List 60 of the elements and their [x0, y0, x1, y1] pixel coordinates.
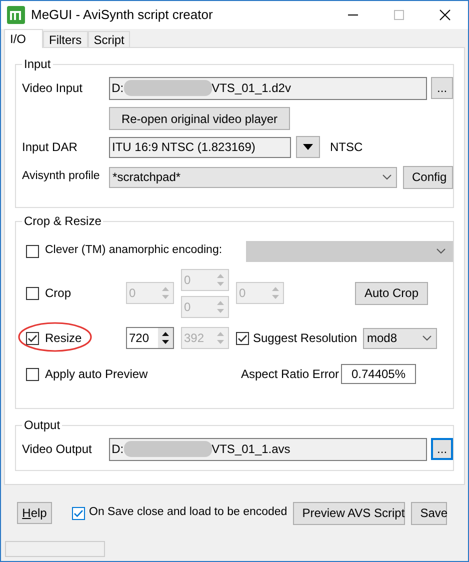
- checkbox-label: Apply auto Preview: [45, 366, 148, 383]
- checkbox-label: Crop: [45, 285, 72, 302]
- help-button[interactable]: Help: [17, 502, 52, 524]
- field-label: Aspect Ratio Error: [241, 366, 340, 383]
- checkbox[interactable]: [26, 244, 39, 258]
- path-prefix: D:: [112, 80, 124, 97]
- checkmark-icon: [27, 332, 38, 344]
- triangle-down-icon: [303, 144, 313, 150]
- aspect-error-field: 0.74405%: [341, 364, 416, 384]
- tab[interactable]: Script: [88, 31, 130, 47]
- dropdown-button[interactable]: [296, 136, 320, 158]
- checkmark-icon: [73, 508, 84, 518]
- checkmark-icon: [237, 332, 248, 344]
- checkbox-label: On Save close and load to be encoded: [89, 505, 288, 520]
- spinner-value: 0: [238, 285, 247, 302]
- field-label: Video Input: [22, 80, 84, 97]
- checkbox[interactable]: [236, 332, 249, 344]
- spinner-value: 0: [128, 285, 137, 302]
- chevron-down-icon: [435, 247, 447, 255]
- tab[interactable]: Filters: [43, 31, 88, 47]
- button[interactable]: Auto Crop: [355, 282, 428, 304]
- profile-dropdown[interactable]: *scratchpad*: [108, 166, 397, 188]
- spinner-arrows-icon[interactable]: [158, 328, 173, 348]
- checkbox-label: Suggest Resolution: [253, 330, 358, 347]
- checkbox-label: Clever (TM) anamorphic encoding:: [45, 243, 224, 258]
- browse-button[interactable]: ...: [431, 77, 454, 99]
- checkbox[interactable]: [72, 506, 85, 520]
- checkbox[interactable]: [26, 332, 39, 344]
- path-prefix: D:: [112, 441, 124, 458]
- button[interactable]: Preview AVS Script: [293, 502, 406, 524]
- window-title: MeGUI - AviSynth script creator: [31, 6, 213, 24]
- checkbox[interactable]: [26, 286, 39, 300]
- spinner-value: 720: [128, 330, 150, 347]
- path-suffix: VTS_01_1.d2v: [212, 80, 291, 97]
- dar-standard: NTSC: [330, 139, 363, 156]
- path-field[interactable]: D: VTS_01_1.avs: [108, 438, 428, 460]
- tab[interactable]: I/O: [4, 29, 44, 48]
- button[interactable]: Save: [411, 502, 448, 524]
- field-label: Avisynth profile: [22, 169, 101, 184]
- chevron-down-icon: [381, 173, 393, 181]
- mod-value: mod8: [367, 330, 398, 347]
- path-suffix: VTS_01_1.avs: [212, 441, 290, 458]
- checkbox-label: Resize: [45, 330, 82, 347]
- app-logo-icon: [7, 6, 25, 24]
- field-label: Video Output: [22, 441, 93, 458]
- dar-field[interactable]: ITU 16:9 NTSC (1.823169): [109, 136, 291, 158]
- spinner-value: 0: [183, 298, 192, 316]
- number-spinner[interactable]: 720: [126, 327, 174, 349]
- profile-value: *scratchpad*: [112, 169, 181, 186]
- spinner-value: 392: [183, 330, 206, 347]
- button[interactable]: Config: [403, 166, 453, 188]
- path-field[interactable]: D: VTS_01_1.d2v: [108, 76, 428, 100]
- mod-dropdown[interactable]: mod8: [363, 328, 437, 348]
- field-label: Input DAR: [22, 139, 78, 156]
- spinner-value: 0: [183, 272, 192, 288]
- chevron-down-icon: [421, 334, 433, 342]
- browse-button[interactable]: ...: [431, 438, 453, 460]
- group-title: Crop & Resize: [22, 213, 104, 229]
- checkbox[interactable]: [26, 368, 39, 380]
- button[interactable]: Re-open original video player: [109, 107, 290, 130]
